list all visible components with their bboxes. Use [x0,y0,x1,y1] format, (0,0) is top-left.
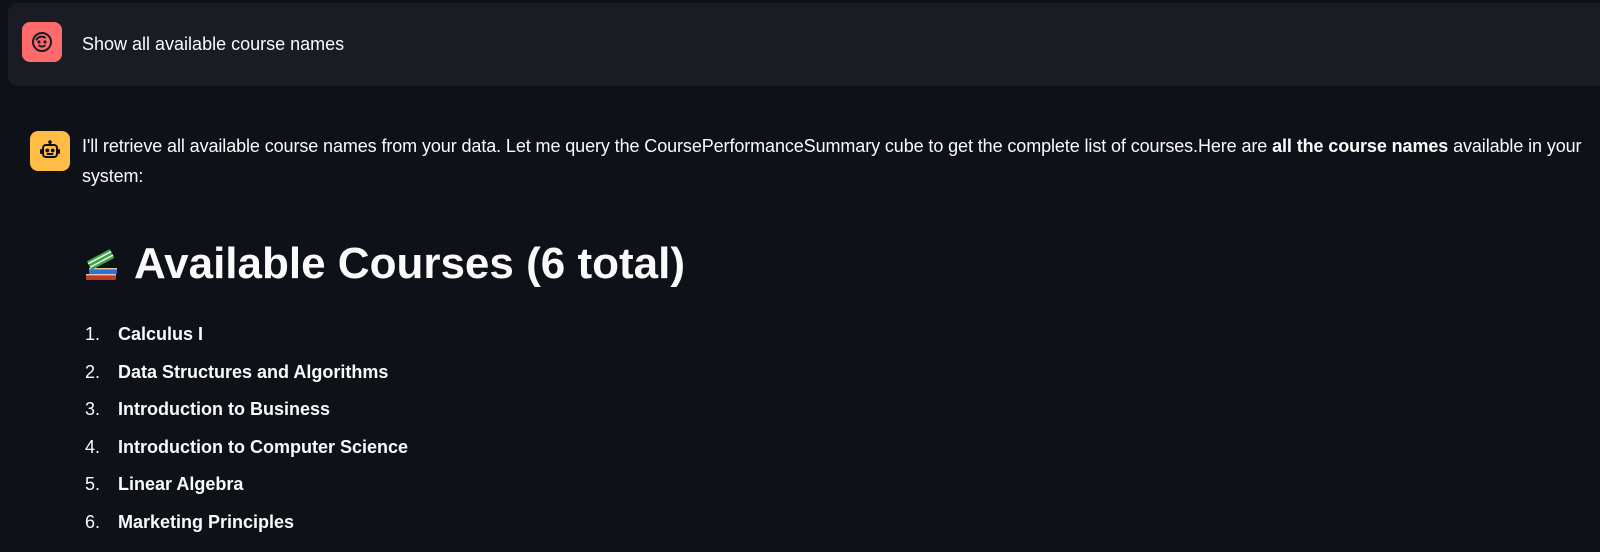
list-item: 4. Introduction to Computer Science [82,429,408,467]
books-icon [86,249,117,280]
courses-heading: Available Courses (6 total) [82,236,685,292]
course-name: Marketing Principles [118,511,295,532]
robot-icon [40,140,60,158]
course-name: Linear Algebra [118,474,244,495]
assistant-intro: I'll retrieve all available course names… [82,136,1273,156]
user-avatar [22,22,62,62]
assistant-avatar [30,131,70,171]
smiley-face-icon [32,32,52,52]
list-item-number: 1. [85,324,101,345]
list-item-number: 2. [85,361,101,382]
course-name: Data Structures and Algorithms [118,361,389,382]
course-list: 1. Calculus I 2. Data Structures and Algor… [82,316,408,541]
user-message-text: Show all available course names [82,34,345,54]
list-item-number: 5. [85,474,101,495]
list-item: 1. Calculus I [82,316,408,354]
courses-heading-text: Available Courses (6 total) [134,239,685,288]
list-item-number: 4. [85,436,101,457]
list-item-number: 6. [85,511,101,532]
course-name: Introduction to Business [118,399,331,420]
list-item-number: 3. [85,399,101,420]
list-item: 2. Data Structures and Algorithms [82,354,408,392]
course-name: Introduction to Computer Science [118,436,409,457]
course-name: Calculus I [118,324,204,345]
list-item: 6. Marketing Principles [82,504,408,542]
assistant-intro-emphasis: all the course names [1272,136,1449,156]
list-item: 5. Linear Algebra [82,466,408,504]
assistant-message-text: I'll retrieve all available course names… [82,131,1592,191]
list-item: 3. Introduction to Business [82,391,408,429]
